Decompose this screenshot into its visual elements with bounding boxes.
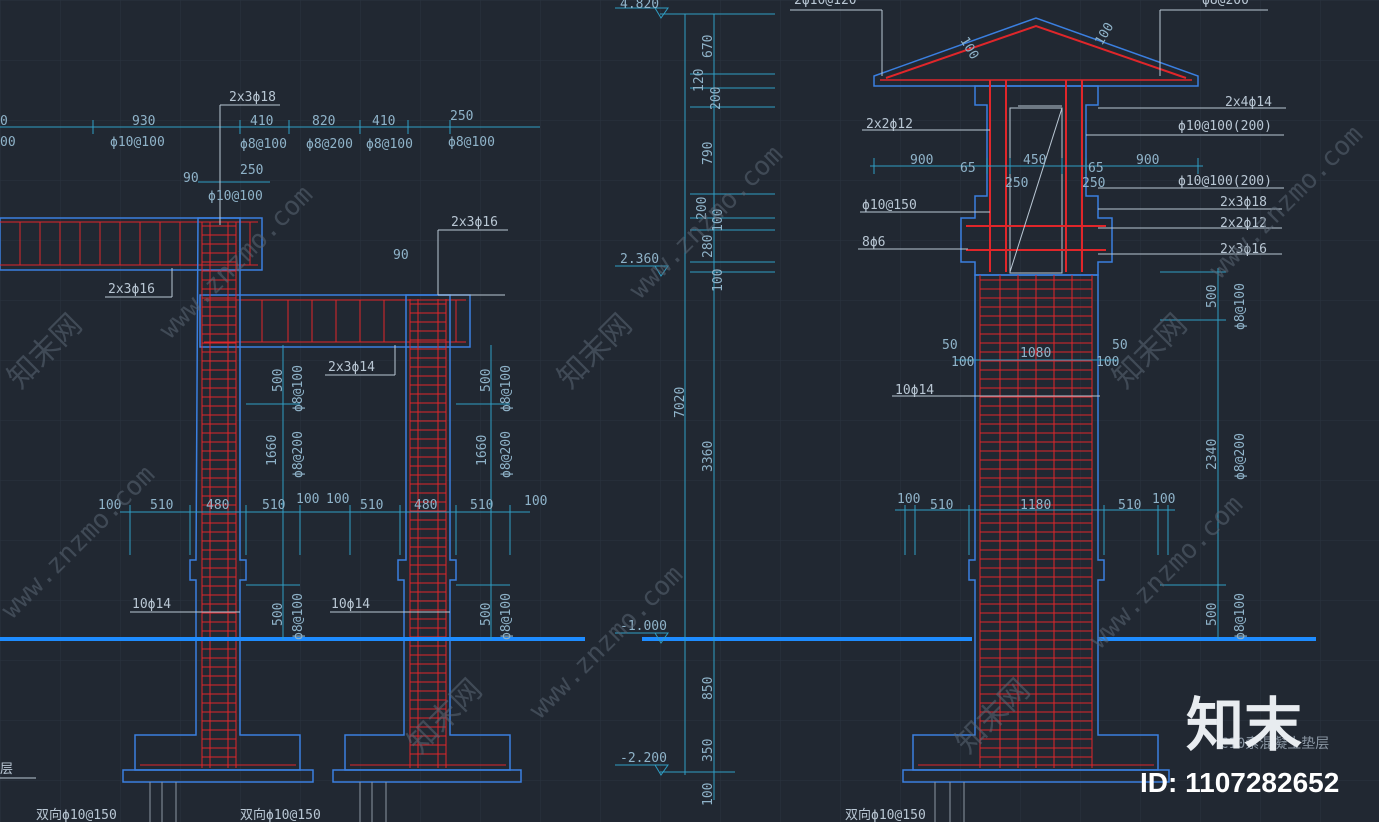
r-dim-250b: 250 [1082,176,1105,191]
r-dim-100d: 100 [1152,492,1175,507]
dim-90b: 90 [393,248,409,263]
dim-phi10at100: ϕ10@100 [110,135,165,150]
label-p10at100-200b: ϕ10@100(200) [1178,174,1272,189]
row-dim-8: 510 [470,498,493,513]
r-dim-p8at100a: ϕ8@100 [1233,283,1248,330]
label-10-14b: 10ϕ14 [331,597,370,612]
dim-phi8at100c: ϕ8@100 [448,135,495,150]
dim-500a: 500 [271,369,286,392]
label-2x3-18: 2x3ϕ18 [229,90,276,105]
label-bottom-b: 双向ϕ10@150 [240,807,321,822]
mid-dim-200: 200 [709,87,724,110]
row-dim-3: 510 [262,498,285,513]
mid-dim-350: 350 [701,739,716,762]
dim-left-edge: 0 [0,114,8,129]
label-2x3-14: 2x3ϕ14 [328,360,375,375]
dim-1660a: 1660 [265,435,280,466]
dim-phi10at100b: ϕ10@100 [208,189,263,204]
row-dim-4: 100 [296,492,319,507]
elev-top: 4.820 [620,0,659,12]
mid-dim-3360: 3360 [701,441,716,472]
r-dim-100a: 100 [951,355,974,370]
label-bottom-r: 双向ϕ10@150 [845,807,926,822]
r-dim-900b: 900 [1136,153,1159,168]
r-dim-500b: 500 [1205,603,1220,626]
mid-dim-790: 790 [701,142,716,165]
drawing-background [0,0,1379,822]
dim-left-edge-2: 00 [0,135,16,150]
mid-dim-100b: 100 [711,269,726,292]
label-2x3-16b: 2x3ϕ16 [108,282,155,297]
elev-m2200: -2.200 [620,751,667,766]
r-dim-65a: 65 [960,161,976,176]
dim-930: 930 [132,114,155,129]
label-10-14a: 10ϕ14 [132,597,171,612]
label-p10at100-200a: ϕ10@100(200) [1178,119,1272,134]
mid-dim-120: 120 [692,69,707,92]
r-dim-2340: 2340 [1205,439,1220,470]
r-dim-p8at200: ϕ8@200 [1233,433,1248,480]
r-dim-p8at100b: ϕ8@100 [1233,593,1248,640]
label-2x4-14: 2x4ϕ14 [1225,95,1272,110]
label-2x2-12a: 2x2ϕ12 [866,117,913,132]
row-dim-5: 100 [326,492,349,507]
r-dim-250a: 250 [1005,176,1028,191]
label-8-6: 8ϕ6 [862,235,885,250]
dim-phi8at200: ϕ8@200 [306,137,353,152]
dim-phi8at100a: ϕ8@100 [240,137,287,152]
r-dim-50a: 50 [942,338,958,353]
dim-500c: 500 [271,603,286,626]
r-dim-1180: 1180 [1020,498,1051,513]
image-id-label: ID: 1107282652 [1140,767,1339,798]
dim-410a: 410 [250,114,273,129]
dim-p8at100d: ϕ8@100 [499,593,514,640]
dim-500b: 500 [479,369,494,392]
row-dim-1: 510 [150,498,173,513]
dim-90a: 90 [183,171,199,186]
dim-p8at200a: ϕ8@200 [291,431,306,478]
row-dim-2: 480 [206,498,229,513]
row-dim-6: 510 [360,498,383,513]
mid-dim-850: 850 [701,677,716,700]
r-dim-1080: 1080 [1020,346,1051,361]
r-dim-510b: 510 [1118,498,1141,513]
mid-dim-7020: 7020 [673,387,688,418]
dim-250a: 250 [450,109,473,124]
mid-dim-670: 670 [701,35,716,58]
mid-dim-100c: 100 [701,783,716,806]
dim-p8at100c: ϕ8@100 [291,593,306,640]
r-dim-65b: 65 [1088,161,1104,176]
dim-250b: 250 [240,163,263,178]
cad-drawing-canvas: 0 00 930 ϕ10@100 410 ϕ8@100 820 ϕ8@200 4… [0,0,1379,822]
r-dim-100c: 100 [897,492,920,507]
r-dim-500a: 500 [1205,285,1220,308]
dim-p8at100a: ϕ8@100 [291,365,306,412]
dim-p8at100b: ϕ8@100 [499,365,514,412]
label-phi8at200-top: ϕ8@200 [1202,0,1249,8]
label-layer: 层 [0,762,13,777]
dim-phi8at100b: ϕ8@100 [366,137,413,152]
dim-410b: 410 [372,114,395,129]
r-dim-510a: 510 [930,498,953,513]
dim-820: 820 [312,114,335,129]
brand-logo: 知末 [1186,691,1302,759]
dim-1660b: 1660 [475,435,490,466]
dim-p8at200b: ϕ8@200 [499,431,514,478]
label-2phi10at120: 2ϕ10@120 [794,0,857,8]
dim-500d: 500 [479,603,494,626]
label-10-14r: 10ϕ14 [895,383,934,398]
r-dim-450: 450 [1023,153,1046,168]
r-dim-900a: 900 [910,153,933,168]
row-dim-9: 100 [524,494,547,509]
row-dim-7: 480 [414,498,437,513]
label-p10at150: ϕ10@150 [862,198,917,213]
label-2x3-16a: 2x3ϕ16 [451,215,498,230]
label-bottom-a: 双向ϕ10@150 [36,807,117,822]
